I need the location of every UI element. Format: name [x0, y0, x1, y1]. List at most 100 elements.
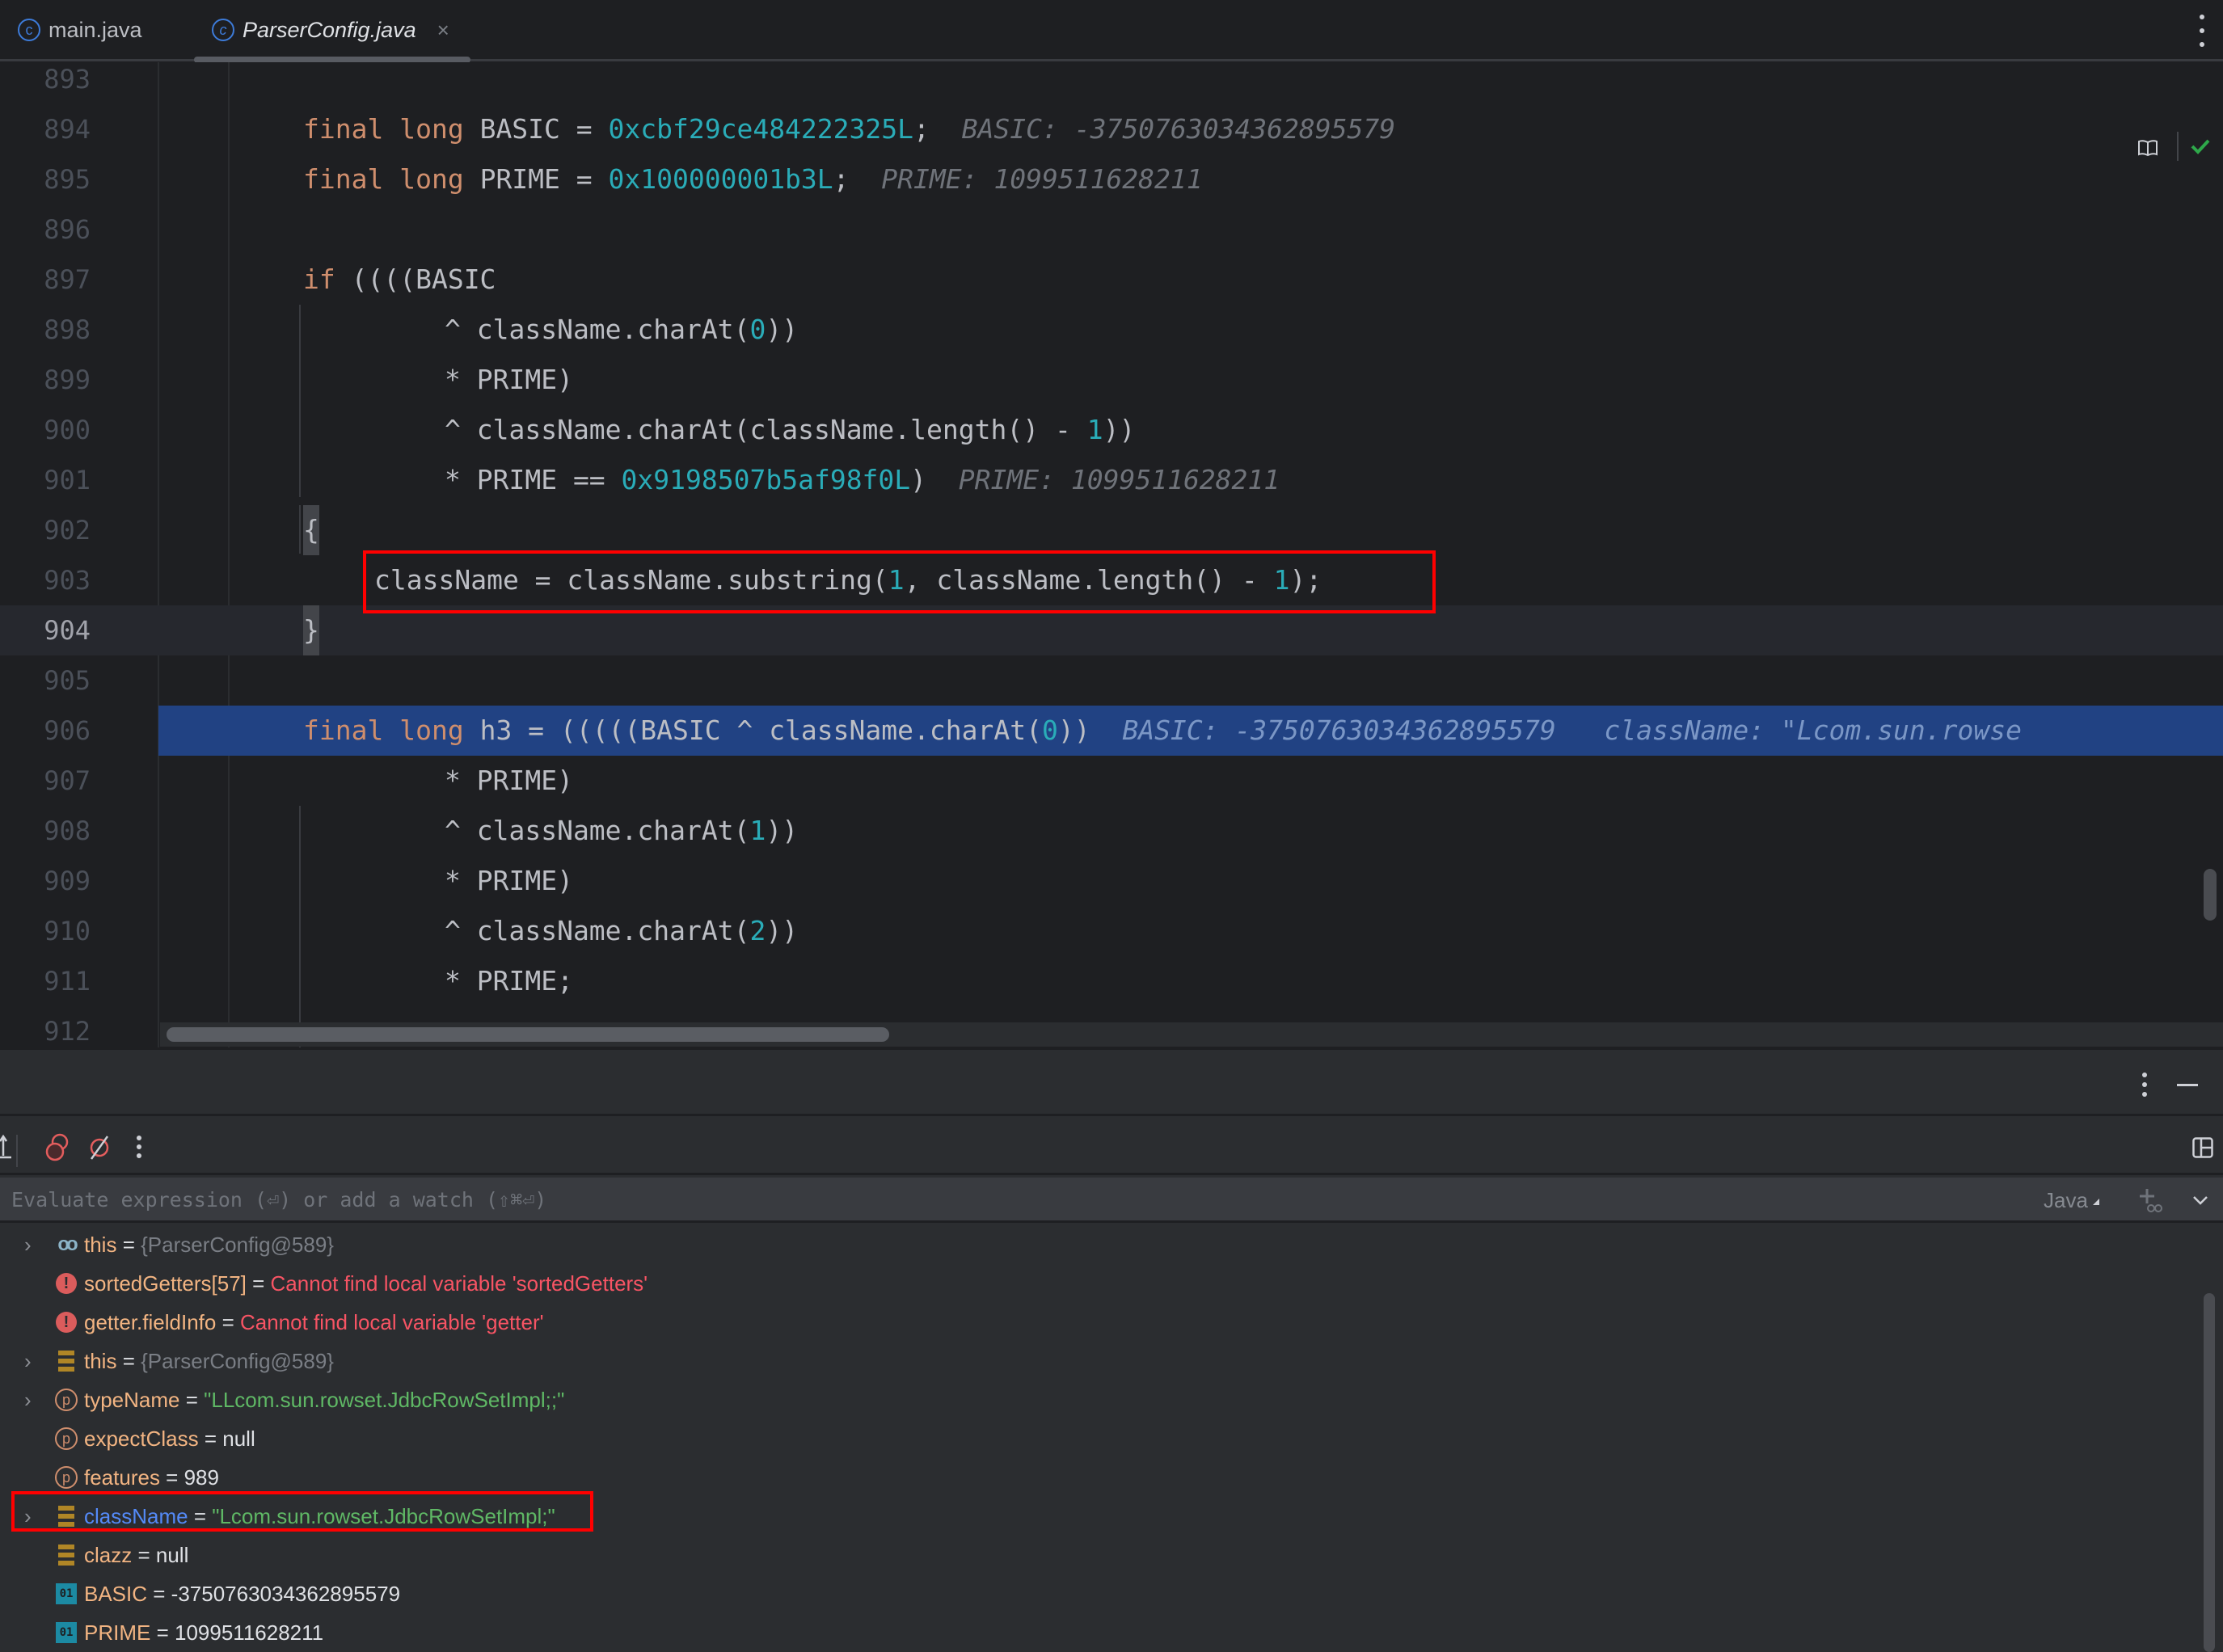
- variable-value: null: [222, 1427, 255, 1451]
- code-line-899: 899 * PRIME): [0, 355, 2223, 405]
- evaluate-expression-input[interactable]: [11, 1178, 1951, 1223]
- add-watch-icon[interactable]: [2139, 1187, 2163, 1215]
- inline-debug-value: PRIME: 1099511628211: [881, 163, 1203, 195]
- annotation-box-substring-line: [363, 550, 1436, 613]
- equals-sign: =: [150, 1620, 175, 1645]
- class-icon: c: [18, 19, 40, 41]
- expand-chevron-icon[interactable]: ›: [24, 1350, 37, 1372]
- variable-value: null: [155, 1543, 189, 1567]
- variable-label: BASIC = -3750763034362895579: [84, 1574, 400, 1613]
- variable-row-sortedgetters-57-[interactable]: ! sortedGetters[57] = Cannot find local v…: [0, 1264, 2223, 1303]
- code-text: * PRIME;: [445, 965, 573, 997]
- variable-value: Cannot find local variable 'sortedGetter…: [270, 1271, 648, 1296]
- variable-row-basic[interactable]: 01 BASIC = -3750763034362895579: [0, 1574, 2223, 1613]
- annotation-box-classname-variable: [11, 1491, 593, 1532]
- language-label: Java: [2044, 1188, 2088, 1212]
- equals-sign: =: [147, 1582, 171, 1606]
- variable-value: Cannot find local variable 'getter': [239, 1310, 544, 1334]
- line-number: 902: [44, 515, 91, 546]
- variable-row-prime[interactable]: 01 PRIME = 1099511628211: [0, 1613, 2223, 1652]
- equals-sign: =: [198, 1427, 223, 1451]
- line-number: 911: [44, 966, 91, 997]
- watch-icon: oo: [57, 1233, 78, 1255]
- variable-name: clazz: [84, 1543, 133, 1567]
- equals-sign: =: [159, 1465, 184, 1490]
- language-selector[interactable]: Java: [2044, 1178, 2099, 1223]
- horizontal-scrollbar-thumb[interactable]: [167, 1027, 889, 1042]
- variable-label: this = {ParserConfig@589}: [84, 1342, 334, 1380]
- dropdown-triangle-icon: [2092, 1199, 2099, 1206]
- variable-row-getter-fieldinfo[interactable]: ! getter.fieldInfo = Cannot find local va…: [0, 1303, 2223, 1342]
- variable-row-this[interactable]: › this = {ParserConfig@589}: [0, 1342, 2223, 1380]
- equals-sign: =: [246, 1271, 271, 1296]
- line-number: 912: [44, 1016, 91, 1047]
- code-text: * PRIME): [445, 765, 573, 796]
- reader-mode-icon[interactable]: [2137, 139, 2158, 157]
- code-editor[interactable]: 893 894 final long BASIC = 0xcbf29ce4842…: [0, 62, 2223, 1047]
- variable-row-expectclass[interactable]: p expectClass = null: [0, 1419, 2223, 1458]
- variable-name: BASIC: [84, 1582, 148, 1606]
- tab-main-java[interactable]: c main.java: [18, 0, 142, 60]
- expand-chevron-icon[interactable]: ›: [24, 1389, 37, 1411]
- code-line-894: 894 final long BASIC = 0xcbf29ce48422232…: [0, 104, 2223, 154]
- expand-chevron-icon[interactable]: [2191, 1191, 2210, 1210]
- line-number: 905: [44, 665, 91, 696]
- line-number: 893: [44, 64, 91, 95]
- debug-panel-header: [0, 1050, 2223, 1116]
- variable-value: {ParserConfig@589}: [141, 1349, 334, 1373]
- minimize-icon[interactable]: [2177, 1084, 2198, 1086]
- debug-panel: Java ›oothis = {ParserConfig@589}!sorted…: [0, 1047, 2223, 1652]
- code-line-900: 900 ^ className.charAt(className.length(…: [0, 405, 2223, 455]
- inline-debug-value: BASIC: -3750763034362895579: [1122, 714, 1556, 746]
- tab-more-options-icon[interactable]: [2199, 15, 2205, 47]
- step-out-icon[interactable]: [0, 1132, 13, 1164]
- tab-parserconfig-java[interactable]: c ParserConfig.java ×: [212, 0, 449, 60]
- panel-more-options-icon[interactable]: [2141, 1073, 2148, 1097]
- line-number: 901: [44, 465, 91, 495]
- variable-label: this = {ParserConfig@589}: [84, 1225, 334, 1264]
- code-text: * PRIME): [445, 865, 573, 896]
- matched-brace: }: [303, 605, 319, 655]
- variable-name: sortedGetters[57]: [84, 1271, 247, 1296]
- expand-chevron-icon[interactable]: ›: [24, 1233, 37, 1256]
- execution-point-line-906: final long h3 = (((((BASIC ^ className.c…: [158, 706, 2223, 756]
- parameter-icon: p: [55, 1466, 78, 1489]
- line-number: 910: [44, 916, 91, 946]
- variable-name: getter.fieldInfo: [84, 1310, 217, 1334]
- layout-settings-icon[interactable]: [2192, 1132, 2213, 1164]
- editor-tab-bar: c main.java c ParserConfig.java ×: [0, 0, 2223, 63]
- code-line-896: 896: [0, 204, 2223, 255]
- code-text: ^ className.charAt(1)): [445, 815, 799, 846]
- close-tab-icon[interactable]: ×: [437, 18, 449, 43]
- tab-label: ParserConfig.java: [243, 17, 416, 42]
- code-text: ^ className.charAt(className.length() - …: [445, 414, 1136, 445]
- variable-row-typename[interactable]: › p typeName = "LLcom.sun.rowset.JdbcRowSe…: [0, 1380, 2223, 1419]
- mute-breakpoints-icon[interactable]: [87, 1132, 112, 1164]
- variable-row-clazz[interactable]: clazz = null: [0, 1536, 2223, 1574]
- variable-value: {ParserConfig@589}: [141, 1233, 334, 1257]
- primitive-icon: 01: [55, 1621, 78, 1644]
- code-text: * PRIME): [445, 364, 573, 395]
- view-breakpoints-icon[interactable]: [45, 1132, 70, 1164]
- vertical-scrollbar-thumb[interactable]: [2204, 869, 2217, 921]
- toolbar-more-icon[interactable]: [136, 1136, 142, 1158]
- code-line-911: 911 * PRIME;: [0, 956, 2223, 1006]
- code-line-897: 897 if ((((BASIC: [0, 255, 2223, 305]
- variable-row-this[interactable]: › oo this = {ParserConfig@589}: [0, 1225, 2223, 1264]
- variable-label: getter.fieldInfo = Cannot find local var…: [84, 1303, 544, 1342]
- code-line-909: 909 * PRIME): [0, 856, 2223, 906]
- tab-label: main.java: [49, 17, 142, 42]
- variable-value: "LLcom.sun.rowset.JdbcRowSetImpl;;": [204, 1388, 565, 1412]
- equals-sign: =: [179, 1388, 205, 1412]
- matched-brace: {: [303, 505, 319, 555]
- variables-scrollbar-thumb[interactable]: [2204, 1293, 2215, 1652]
- code-text: if ((((BASIC: [303, 263, 496, 295]
- parameter-icon: p: [55, 1427, 78, 1450]
- toolbar-separator: [2177, 132, 2179, 161]
- inline-debug-value: PRIME: 1099511628211: [958, 464, 1280, 495]
- field-icon: [55, 1350, 78, 1372]
- variable-name: features: [84, 1465, 160, 1490]
- code-text: final long h3 = (((((BASIC ^ className.c…: [303, 714, 2022, 746]
- code-line-898: 898 ^ className.charAt(0)): [0, 305, 2223, 355]
- no-problems-check-icon[interactable]: [2191, 137, 2210, 155]
